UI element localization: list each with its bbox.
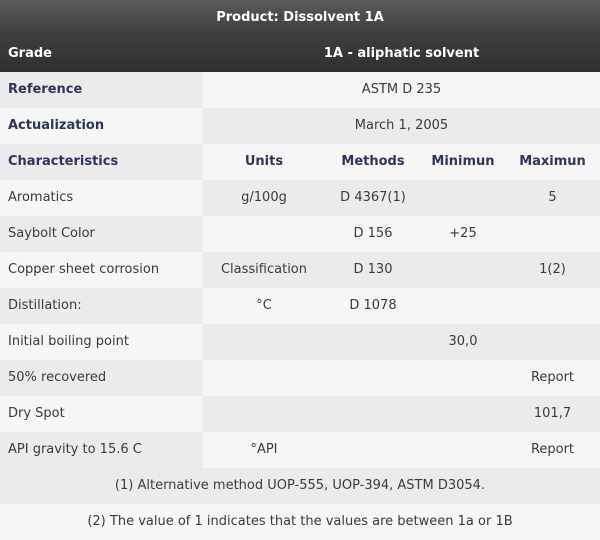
reference-row: Reference ASTM D 235 bbox=[0, 72, 600, 108]
table-row: 50% recovered Report bbox=[0, 360, 600, 396]
row-units: Classification bbox=[220, 262, 308, 277]
row-name: API gravity to 15.6 C bbox=[8, 442, 142, 457]
footnote-2: (2) The value of 1 indicates that the va… bbox=[87, 514, 513, 529]
row-min bbox=[421, 360, 505, 396]
table-row: API gravity to 15.6 C °API Report bbox=[0, 432, 600, 468]
table-row: Aromatics g/100g D 4367(1) 5 bbox=[0, 180, 600, 216]
row-min bbox=[421, 432, 505, 468]
row-units bbox=[203, 396, 325, 432]
col-units: Units bbox=[244, 154, 284, 169]
col-characteristics: Characteristics bbox=[8, 154, 119, 169]
row-name: Saybolt Color bbox=[8, 226, 95, 241]
col-minimum: Minimun bbox=[431, 154, 495, 169]
row-units: g/100g bbox=[241, 190, 287, 205]
table-row: Distillation: °C D 1078 bbox=[0, 288, 600, 324]
reference-label: Reference bbox=[8, 82, 83, 97]
product-spec-sheet: Product: Dissolvent 1A Grade 1A - alipha… bbox=[0, 0, 600, 540]
row-units: °API bbox=[250, 442, 278, 457]
row-max: 5 bbox=[548, 190, 557, 205]
row-max: 1(2) bbox=[539, 262, 566, 277]
col-methods: Methods bbox=[341, 154, 405, 169]
footnote-row: (1) Alternative method UOP-555, UOP-394,… bbox=[0, 468, 600, 504]
row-min: +25 bbox=[449, 226, 477, 241]
footnote-row: (2) The value of 1 indicates that the va… bbox=[0, 504, 600, 540]
row-name: Aromatics bbox=[8, 190, 74, 205]
row-max: Report bbox=[530, 442, 575, 457]
row-method: D 130 bbox=[353, 262, 393, 277]
actualization-row: Actualization March 1, 2005 bbox=[0, 108, 600, 144]
row-min bbox=[421, 396, 505, 432]
table-row: Initial boiling point 30,0 bbox=[0, 324, 600, 360]
row-max bbox=[505, 288, 600, 324]
row-method bbox=[325, 396, 421, 432]
row-min bbox=[421, 252, 505, 288]
grade-row: Grade 1A - aliphatic solvent bbox=[0, 36, 600, 72]
row-name: Dry Spot bbox=[8, 406, 65, 421]
row-max: 101,7 bbox=[533, 406, 572, 421]
row-name: Distillation: bbox=[8, 298, 82, 313]
row-method bbox=[325, 432, 421, 468]
grade-value: 1A - aliphatic solvent bbox=[323, 46, 480, 61]
table-row: Saybolt Color D 156 +25 bbox=[0, 216, 600, 252]
col-maximum: Maximun bbox=[519, 154, 586, 169]
row-name: 50% recovered bbox=[8, 370, 107, 385]
row-units bbox=[203, 216, 325, 252]
table-row: Copper sheet corrosion Classification D … bbox=[0, 252, 600, 288]
row-max bbox=[505, 216, 600, 252]
row-method: D 156 bbox=[353, 226, 393, 241]
actualization-label: Actualization bbox=[8, 118, 105, 133]
reference-value: ASTM D 235 bbox=[361, 82, 442, 97]
column-header-row: Characteristics Units Methods Minimun Ma… bbox=[0, 144, 600, 180]
row-method: D 1078 bbox=[349, 298, 397, 313]
row-units bbox=[203, 324, 325, 360]
row-name: Copper sheet corrosion bbox=[8, 262, 160, 277]
table-row: Dry Spot 101,7 bbox=[0, 396, 600, 432]
row-units: °C bbox=[256, 298, 272, 313]
actualization-value: March 1, 2005 bbox=[354, 118, 449, 133]
row-method: D 4367(1) bbox=[340, 190, 406, 205]
row-method bbox=[325, 360, 421, 396]
footnote-1: (1) Alternative method UOP-555, UOP-394,… bbox=[114, 478, 486, 493]
row-min bbox=[421, 180, 505, 216]
product-title: Product: Dissolvent 1A bbox=[0, 0, 600, 36]
row-method bbox=[325, 324, 421, 360]
row-max bbox=[505, 324, 600, 360]
row-units bbox=[203, 360, 325, 396]
grade-label: Grade bbox=[8, 46, 52, 61]
row-name: Initial boiling point bbox=[8, 334, 129, 349]
row-min: 30,0 bbox=[448, 334, 478, 349]
row-min bbox=[421, 288, 505, 324]
row-max: Report bbox=[530, 370, 575, 385]
